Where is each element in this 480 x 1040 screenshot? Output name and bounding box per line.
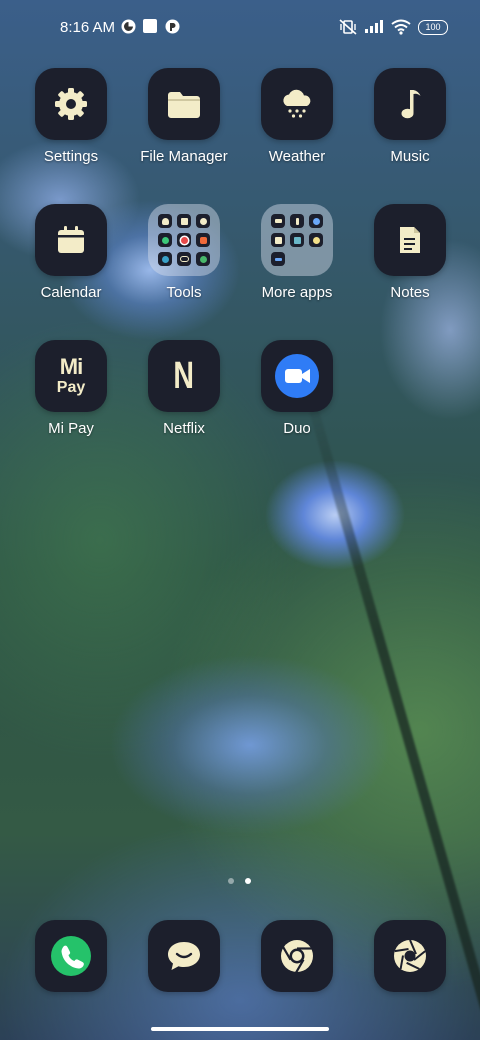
messenger-mini-icon: [309, 214, 323, 228]
dock-camera[interactable]: [355, 920, 465, 992]
linkedin-mini-icon: [271, 233, 285, 247]
dock-messages[interactable]: [129, 920, 239, 992]
folder-icon: [168, 92, 200, 118]
mi-pay-logo-top: Mi: [59, 354, 83, 379]
chrome-icon: [281, 940, 313, 974]
music-tile[interactable]: [374, 68, 446, 140]
app-notes[interactable]: Notes: [355, 204, 465, 301]
page-dot-1[interactable]: [228, 878, 234, 884]
face-mini-icon: [309, 233, 323, 247]
app-file-manager[interactable]: File Manager: [129, 68, 239, 165]
phone-tile[interactable]: [35, 920, 107, 992]
folder-tools[interactable]: Tools: [129, 204, 239, 301]
app-netflix[interactable]: N Netflix: [129, 340, 239, 437]
app-label: Mi Pay: [48, 420, 94, 437]
app-label: Calendar: [40, 284, 102, 301]
recorder-mini-icon: [177, 233, 191, 247]
compass-mini-icon: [158, 252, 172, 266]
calendar-icon: [58, 226, 84, 253]
app-label: More apps: [261, 284, 333, 301]
mute-icon: [339, 19, 357, 35]
app-music[interactable]: Music: [355, 68, 465, 165]
status-time: 8:16 AM: [60, 19, 116, 36]
gear-icon: [55, 88, 87, 120]
more-apps-folder-tile[interactable]: [261, 204, 333, 276]
dock-phone[interactable]: [16, 920, 126, 992]
camera-aperture-icon: [394, 939, 426, 972]
empty-slot: [309, 252, 323, 266]
app-weather[interactable]: Weather: [242, 68, 352, 165]
app-label: Settings: [43, 148, 99, 165]
facebook-mini-icon: [290, 214, 304, 228]
phone-icon: [51, 936, 91, 976]
status-bar: 8:16 AM 100: [0, 0, 480, 56]
home-gesture-bar[interactable]: [151, 1027, 329, 1031]
screen-recorder-mini-icon: [196, 233, 210, 247]
notification-icon-3: [165, 19, 180, 34]
app-label: Netflix: [163, 420, 205, 437]
app-label: Notes: [390, 284, 430, 301]
netflix-tile[interactable]: N: [148, 340, 220, 412]
dock-chrome[interactable]: [242, 920, 352, 992]
weather-tile[interactable]: [261, 68, 333, 140]
duo-tile[interactable]: [261, 340, 333, 412]
camera-tile[interactable]: [374, 920, 446, 992]
battery-icon: 100: [418, 20, 448, 35]
chat-icon: [168, 942, 200, 970]
mi-mini-icon: [271, 214, 285, 228]
app-mi-pay[interactable]: Mi Pay Mi Pay: [16, 340, 126, 437]
app-settings[interactable]: Settings: [16, 68, 126, 165]
mi-pay-tile[interactable]: Mi Pay: [35, 340, 107, 412]
notification-icon-2: [143, 19, 157, 33]
gallery-mini-icon: [290, 233, 304, 247]
contacts-mini-icon: [158, 214, 172, 228]
app-label: Weather: [268, 148, 326, 165]
page-dot-2-active[interactable]: [245, 878, 251, 884]
notification-icon-1: [121, 19, 136, 34]
notes-tile[interactable]: [374, 204, 446, 276]
app-label: Duo: [283, 420, 311, 437]
music-note-icon: [401, 90, 421, 119]
wifi-icon: [391, 19, 411, 35]
app-label: Music: [390, 148, 430, 165]
empty-slot: [290, 252, 304, 266]
folder-more-apps[interactable]: More apps: [242, 204, 352, 301]
wallpaper-stem: [300, 377, 480, 1015]
infinity-mini-icon: [177, 252, 191, 266]
grid-mini-icon: [177, 214, 191, 228]
netflix-icon: N: [173, 354, 195, 397]
app-label: File Manager: [140, 148, 228, 165]
app-duo[interactable]: Duo: [242, 340, 352, 437]
mi-mover-mini-icon: [196, 252, 210, 266]
clock-mini-icon: [196, 214, 210, 228]
security-mini-icon: [158, 233, 172, 247]
chrome-tile[interactable]: [261, 920, 333, 992]
mi-pay-logo-bottom: Pay: [56, 379, 86, 396]
messages-tile[interactable]: [148, 920, 220, 992]
dots-mini-icon: [271, 252, 285, 266]
tools-folder-tile[interactable]: [148, 204, 220, 276]
file-manager-tile[interactable]: [148, 68, 220, 140]
app-label: Tools: [166, 284, 202, 301]
app-calendar[interactable]: Calendar: [16, 204, 126, 301]
settings-tile[interactable]: [35, 68, 107, 140]
notes-icon: [400, 227, 420, 253]
video-camera-icon: [275, 354, 319, 398]
cloud-snow-icon: [283, 89, 311, 118]
calendar-tile[interactable]: [35, 204, 107, 276]
signal-icon: [365, 20, 383, 33]
